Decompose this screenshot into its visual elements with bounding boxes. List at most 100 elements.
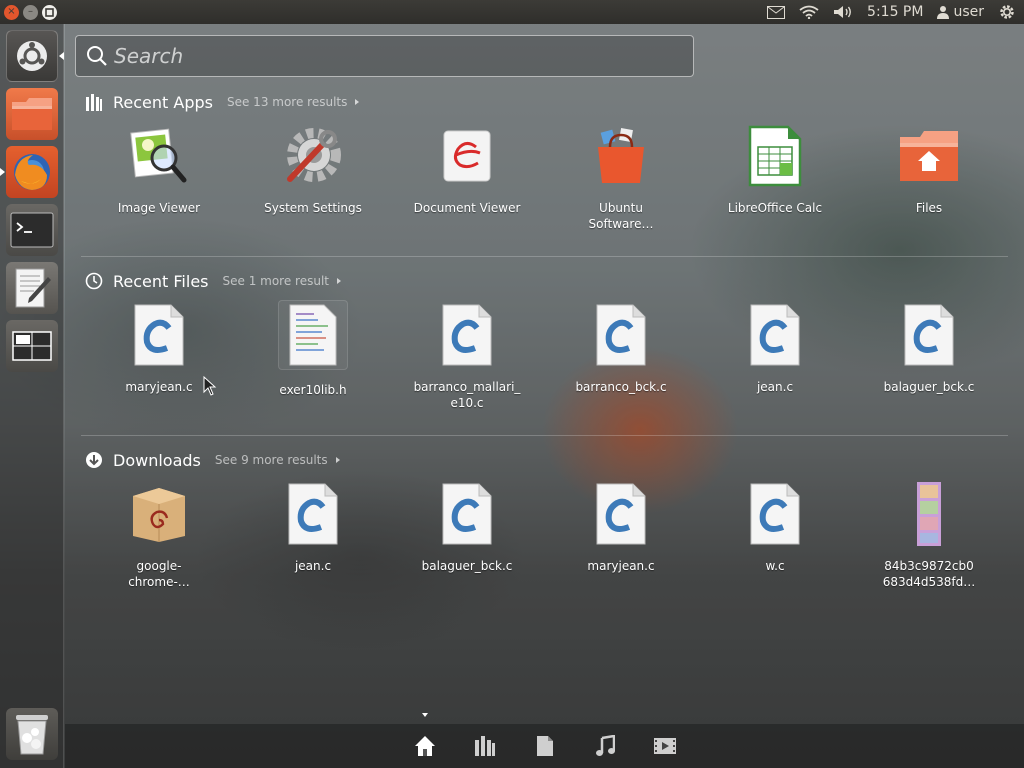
section-downloads: Downloads See 9 more results google-chro… <box>65 449 1024 619</box>
see-more-label: See 9 more results <box>214 453 328 467</box>
tile-label: System Settings <box>264 201 362 215</box>
close-icon: × <box>7 6 16 17</box>
search-icon <box>87 46 107 66</box>
libreoffice-calc-icon <box>748 125 802 187</box>
c-source-file-icon <box>750 304 800 366</box>
tile-file-balaguer-bck[interactable]: balaguer_bck.c <box>852 303 1006 411</box>
tile-download-maryjean[interactable]: maryjean.c <box>544 482 698 590</box>
tile-label: exer10lib.h <box>279 383 347 397</box>
launcher-firefox[interactable] <box>6 146 58 198</box>
window-controls: × – <box>4 4 57 20</box>
tile-label: barranco_bck.c <box>575 380 667 394</box>
lens-bar <box>65 713 1024 768</box>
image-strip-icon <box>917 482 941 546</box>
tile-label: google-chrome-… <box>128 559 190 589</box>
tile-file-jean[interactable]: jean.c <box>698 303 852 411</box>
terminal-icon <box>10 212 54 248</box>
debian-package-icon <box>133 488 185 542</box>
envelope-icon <box>767 5 786 19</box>
launcher-trash[interactable] <box>6 708 58 760</box>
files-folder-icon <box>12 98 52 130</box>
sound-indicator[interactable] <box>833 5 853 19</box>
tile-file-barranco-bck[interactable]: barranco_bck.c <box>544 303 698 411</box>
tile-download-w[interactable]: w.c <box>698 482 852 590</box>
clock-time: 5:15 PM <box>867 4 924 20</box>
tile-download-balaguer-bck[interactable]: balaguer_bck.c <box>390 482 544 590</box>
home-lens-icon <box>414 736 435 756</box>
dash-overlay: Recent Apps See 13 more results Image Vi… <box>65 24 1024 768</box>
tile-file-barranco-mallari[interactable]: barranco_mallari_e10.c <box>390 303 544 411</box>
section-title: Downloads <box>113 450 201 470</box>
tile-label: jean.c <box>756 380 794 394</box>
lens-applications[interactable] <box>473 734 497 758</box>
launcher-files[interactable] <box>6 88 58 140</box>
c-source-file-icon <box>904 304 954 366</box>
tile-label: maryjean.c <box>125 380 193 394</box>
tile-system-settings[interactable]: System Settings <box>236 124 390 232</box>
expand-arrow-icon <box>335 457 340 463</box>
image-viewer-icon <box>130 128 187 183</box>
lens-music[interactable] <box>593 734 617 758</box>
see-more-files-link[interactable]: See 1 more result <box>223 274 341 288</box>
system-settings-icon <box>287 128 341 182</box>
tile-ubuntu-software[interactable]: Ubuntu Software… <box>544 124 698 232</box>
see-more-apps-link[interactable]: See 13 more results <box>227 95 360 109</box>
launcher-dash-home[interactable] <box>6 30 58 82</box>
tile-download-image-strip[interactable]: 84b3c9872cb0683d4d538fd… <box>852 482 1006 590</box>
launcher-workspace-switcher[interactable] <box>6 320 58 372</box>
maximize-window-button[interactable] <box>42 4 57 20</box>
tile-download-google-chrome[interactable]: google-chrome-… <box>82 482 236 590</box>
lens-files[interactable] <box>533 734 557 758</box>
section-title: Recent Files <box>113 271 209 291</box>
lens-home[interactable] <box>413 713 437 758</box>
tile-image-viewer[interactable]: Image Viewer <box>82 124 236 232</box>
dash-home-icon <box>17 41 47 71</box>
session-indicator[interactable] <box>998 3 1016 21</box>
tile-label: barranco_mallari_e10.c <box>413 380 521 410</box>
tile-label: balaguer_bck.c <box>883 380 975 394</box>
firefox-icon <box>14 154 50 190</box>
tile-download-jean[interactable]: jean.c <box>236 482 390 590</box>
tile-document-viewer[interactable]: Document Viewer <box>390 124 544 232</box>
document-viewer-icon <box>443 130 491 182</box>
indicator-area: 5:15 PM user <box>767 3 1024 21</box>
launcher-text-editor[interactable] <box>6 262 58 314</box>
tile-label: Image Viewer <box>117 201 201 215</box>
network-indicator[interactable] <box>799 5 819 19</box>
c-source-file-icon <box>596 304 646 366</box>
tile-files[interactable]: Files <box>852 124 1006 232</box>
see-more-downloads-link[interactable]: See 9 more results <box>215 453 340 467</box>
search-input[interactable] <box>114 44 674 68</box>
minimize-window-button[interactable]: – <box>23 4 38 20</box>
files-folder-icon <box>900 131 958 181</box>
user-indicator[interactable]: user <box>937 4 984 20</box>
expand-arrow-icon <box>337 278 341 284</box>
user-icon <box>937 6 950 19</box>
tile-file-exer10lib[interactable]: exer10lib.h <box>236 300 390 411</box>
expand-arrow-icon <box>355 99 360 105</box>
search-box[interactable] <box>75 35 694 77</box>
tile-libreoffice-calc[interactable]: LibreOffice Calc <box>698 124 852 232</box>
text-editor-icon <box>15 268 51 308</box>
tile-label: Ubuntu Software… <box>588 201 654 231</box>
section-recent-files: Recent Files See 1 more result maryjean.… <box>65 270 1024 435</box>
music-lens-icon <box>595 735 615 756</box>
c-source-file-icon <box>750 483 800 545</box>
c-source-file-icon <box>596 483 646 545</box>
messaging-indicator[interactable] <box>767 5 786 19</box>
close-window-button[interactable]: × <box>4 4 19 20</box>
lens-video[interactable] <box>653 734 677 758</box>
clock-indicator[interactable]: 5:15 PM <box>867 4 923 20</box>
top-panel: × – 5:15 PM user <box>0 0 1024 24</box>
volume-icon <box>834 6 851 18</box>
section-recent-apps: Recent Apps See 13 more results Image Vi… <box>65 91 1024 256</box>
launcher-terminal[interactable] <box>6 204 58 256</box>
applications-lens-icon <box>86 94 102 111</box>
workspace-switcher-icon <box>12 331 52 361</box>
section-header: Downloads See 9 more results <box>85 449 340 471</box>
user-name: user <box>953 4 984 20</box>
c-source-file-icon <box>442 304 492 366</box>
launcher-active-arrow <box>59 52 64 60</box>
video-lens-icon <box>653 738 676 754</box>
files-lens-icon <box>536 736 553 756</box>
